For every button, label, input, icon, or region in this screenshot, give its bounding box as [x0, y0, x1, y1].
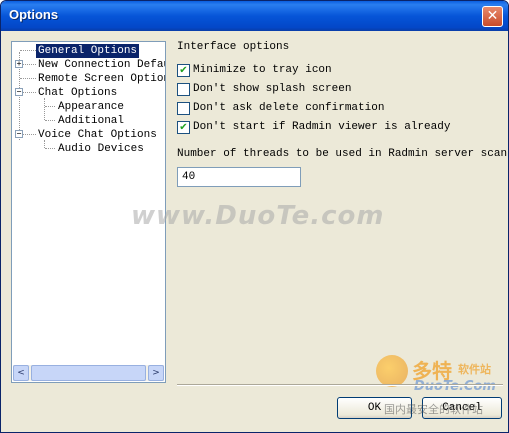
- button-separator: [177, 384, 503, 386]
- tree-item-general-options[interactable]: General Options: [36, 44, 140, 58]
- collapse-icon[interactable]: −: [15, 88, 23, 96]
- watermark-overlay: 国内最安全的软件站: [384, 403, 483, 416]
- splash-screen-label[interactable]: Don't show splash screen: [193, 83, 351, 95]
- logo-subtext: 软件站: [458, 363, 491, 376]
- expand-icon[interactable]: +: [15, 60, 23, 68]
- logo-circle-icon: [376, 355, 408, 387]
- viewer-running-label[interactable]: Don't start if Radmin viewer is already: [193, 121, 450, 133]
- collapse-icon[interactable]: −: [15, 130, 23, 138]
- scroll-right-button[interactable]: >: [148, 365, 164, 381]
- tree-connector: [45, 106, 55, 107]
- tree-connector: [45, 120, 55, 121]
- title-bar[interactable]: Options ✕: [1, 1, 508, 31]
- watermark-text: www.DuoTe.com: [131, 201, 385, 231]
- check-icon: ✔: [179, 122, 188, 133]
- horizontal-scrollbar[interactable]: < >: [13, 365, 164, 381]
- scroll-left-button[interactable]: <: [13, 365, 29, 381]
- tree-item-chat-options[interactable]: Chat Options: [38, 86, 117, 100]
- threads-input[interactable]: 40: [177, 167, 301, 187]
- tree-item-new-connection-defaults[interactable]: New Connection Defaul: [38, 58, 165, 72]
- close-button[interactable]: ✕: [482, 6, 503, 27]
- logo-domain: DuoTe.Com: [414, 379, 496, 394]
- duote-logo: 多特 软件站 DuoTe.Com: [374, 353, 500, 403]
- threads-label: Number of threads to be used in Radmin s…: [177, 148, 509, 160]
- interface-options-heading: Interface options: [177, 41, 290, 53]
- tree-connector: [45, 148, 55, 149]
- tree-item-appearance[interactable]: Appearance: [58, 100, 124, 114]
- options-dialog: Options ✕ + − − General Options New Conn…: [0, 0, 509, 433]
- window-title: Options: [9, 7, 59, 22]
- scroll-thumb[interactable]: [31, 365, 146, 381]
- tree-item-voice-chat-options[interactable]: Voice Chat Options: [38, 128, 157, 142]
- tree-item-additional[interactable]: Additional: [58, 114, 124, 128]
- delete-confirmation-label[interactable]: Don't ask delete confirmation: [193, 102, 384, 114]
- minimize-to-tray-label[interactable]: Minimize to tray icon: [193, 64, 332, 76]
- tree-connector: [20, 78, 36, 79]
- minimize-to-tray-checkbox[interactable]: ✔: [177, 64, 190, 77]
- splash-screen-checkbox[interactable]: [177, 83, 190, 96]
- delete-confirmation-checkbox[interactable]: [177, 102, 190, 115]
- tree-item-remote-screen-options[interactable]: Remote Screen Options: [38, 72, 165, 86]
- tree-item-audio-devices[interactable]: Audio Devices: [58, 142, 144, 156]
- viewer-running-checkbox[interactable]: ✔: [177, 121, 190, 134]
- tree-connector: [44, 98, 45, 120]
- tree-connector: [20, 50, 36, 51]
- check-icon: ✔: [179, 65, 188, 76]
